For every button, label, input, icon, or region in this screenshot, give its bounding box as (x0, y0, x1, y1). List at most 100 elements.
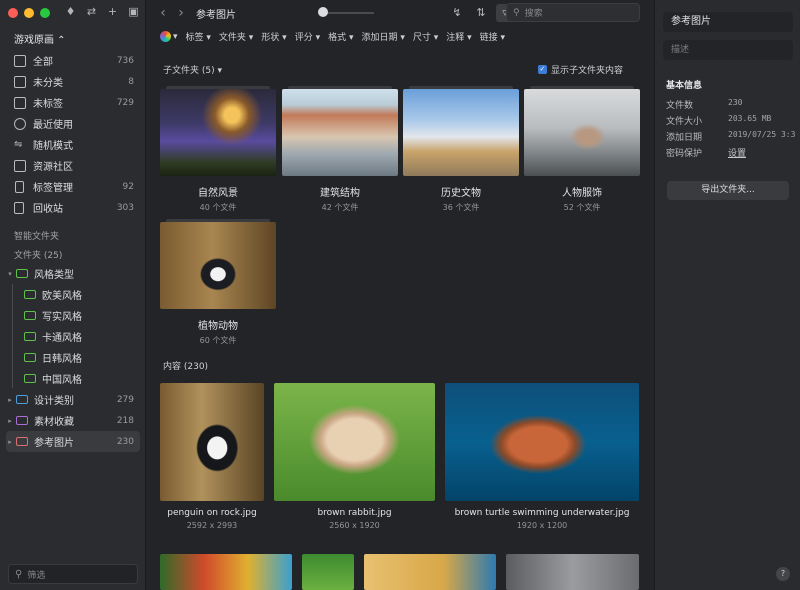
folder-icon (16, 395, 28, 404)
folder-icon (24, 353, 36, 362)
window-controls (8, 8, 50, 18)
sidebar: ♦ ⇄ + ▣ 游戏原画 ⌃ 全部 736 未分类 8 未标签 729 最近使用 ⇋ 随… (0, 0, 146, 590)
folder-icon (24, 311, 36, 320)
sidebar-toggle-icon[interactable]: ▣ (127, 5, 140, 19)
folders-title[interactable]: 文件夹 (25) (14, 248, 62, 261)
folder-realistic-style[interactable]: 写实风格 (6, 305, 140, 326)
folder-icon (24, 332, 36, 341)
filter-rating[interactable]: 评分 ▾ (295, 30, 320, 43)
folder-western-style[interactable]: 欧美风格 (6, 284, 140, 305)
folder-design-categories[interactable]: ▸ 设计类别 279 (6, 389, 140, 410)
zoom-slider-track[interactable] (322, 12, 374, 14)
chevron-right-icon[interactable]: ▸ (6, 438, 14, 446)
sync-icon[interactable]: ⇄ (85, 5, 98, 19)
description-field[interactable]: 描述 (663, 40, 793, 60)
page-title: 参考图片 (196, 9, 236, 21)
set-password-link[interactable]: 设置 (728, 146, 746, 162)
people-thumbnail (524, 89, 640, 176)
kingfisher-thumbnail[interactable] (364, 554, 496, 590)
subfolder-card[interactable]: 人物服饰 52 个文件 (524, 86, 640, 213)
bell-icon[interactable]: ♦ (64, 5, 77, 19)
sidebar-item-all[interactable]: 全部 736 (8, 50, 138, 71)
file-card[interactable]: brown rabbit.jpg 2560 x 1920 (274, 383, 435, 530)
minimize-window-button[interactable] (24, 8, 34, 18)
subfolder-card[interactable]: 历史文物 36 个文件 (403, 86, 519, 213)
back-icon[interactable]: ‹ (154, 5, 172, 21)
subfolder-card[interactable]: 自然风景 40 个文件 (160, 86, 276, 213)
folder-cartoon-style[interactable]: 卡通风格 (6, 326, 140, 347)
info-rows: 文件数 230 文件大小 203.65 MB 添加日期 2019/07/25 3:3 … (666, 98, 800, 162)
folder-icon (16, 269, 28, 278)
folder-icon (16, 416, 28, 425)
chevron-right-icon[interactable]: ▸ (6, 396, 14, 404)
animals-thumbnail (160, 222, 276, 309)
folder-icon (24, 374, 36, 383)
filter-notes[interactable]: 注释 ▾ (446, 30, 471, 43)
folder-chinese-style[interactable]: 中国风格 (6, 368, 140, 389)
main-content: ‹ › 参考图片 ↯ ⇅ ▿ ⚲ 搜索 ▾ 标签 ▾ 文件夹 ▾ 形状 ▾ 评分 … (146, 0, 654, 590)
smart-folders-title[interactable]: 智能文件夹 (14, 229, 59, 242)
sidebar-nav: 全部 736 未分类 8 未标签 729 最近使用 ⇋ 随机模式 资源社区 标签管理 92… (8, 50, 138, 218)
history-thumbnail (403, 89, 519, 176)
filter-date-added[interactable]: 添加日期 ▾ (361, 30, 404, 43)
sidebar-filter-input[interactable]: ⚲ 筛选 (8, 564, 138, 584)
show-subfolder-content-toggle[interactable]: ✓ 显示子文件夹内容 (537, 63, 623, 76)
filter-link[interactable]: 链接 ▾ (480, 30, 505, 43)
subfolder-card[interactable]: 建筑结构 42 个文件 (282, 86, 398, 213)
folder-japan-korea-style[interactable]: 日韩风格 (6, 347, 140, 368)
folder-tree: ▾ 风格类型 欧美风格 写实风格 卡通风格 日韩风格 中国风格 ▸ 设计类别 279 … (6, 263, 140, 452)
sidebar-item-random[interactable]: ⇋ 随机模式 (8, 134, 138, 155)
sidebar-item-untagged[interactable]: 未标签 729 (8, 92, 138, 113)
sidebar-item-recent[interactable]: 最近使用 (8, 113, 138, 134)
subfolders-header[interactable]: 子文件夹 (5) ▾ (163, 63, 222, 76)
export-folder-button[interactable]: 导出文件夹... (667, 181, 789, 200)
untagged-icon (14, 96, 26, 109)
info-row-date-added: 添加日期 2019/07/25 3:3 (666, 130, 796, 143)
file-card[interactable]: penguin on rock.jpg 2592 x 2993 (160, 383, 264, 530)
filter-folders[interactable]: 文件夹 ▾ (219, 30, 253, 43)
zoom-window-button[interactable] (40, 8, 50, 18)
shuffle-icon: ⇋ (14, 138, 23, 150)
chevron-right-icon[interactable]: ▸ (6, 417, 14, 425)
filter-tags[interactable]: 标签 ▾ (186, 30, 211, 43)
help-icon[interactable]: ? (776, 567, 790, 581)
subfolder-card[interactable]: 植物动物 60 个文件 (160, 219, 276, 346)
folder-name-field[interactable]: 参考图片 (663, 12, 793, 32)
info-row-password: 密码保护 设置 (666, 146, 800, 162)
info-row-file-size: 文件大小 203.65 MB (666, 114, 772, 127)
parrot-thumbnail[interactable] (160, 554, 292, 590)
folder-style-types[interactable]: ▾ 风格类型 (6, 263, 140, 284)
checkbox-checked-icon[interactable]: ✓ (537, 65, 547, 74)
close-window-button[interactable] (8, 8, 18, 18)
sidebar-item-unfiled[interactable]: 未分类 8 (8, 71, 138, 92)
toolbar-actions: ↯ ⇅ ▿ (448, 4, 514, 22)
color-filter-dropdown[interactable]: ▾ (173, 32, 178, 42)
nature-thumbnail (160, 89, 276, 176)
filter-format[interactable]: 格式 ▾ (328, 30, 353, 43)
folder-reference-images[interactable]: ▸ 参考图片 230 (6, 431, 140, 452)
basic-info-heading: 基本信息 (666, 81, 703, 91)
sidebar-item-community[interactable]: 资源社区 (8, 155, 138, 176)
forward-icon[interactable]: › (172, 5, 190, 21)
search-input[interactable]: ⚲ 搜索 (506, 3, 640, 22)
inspector-panel: 参考图片 描述 基本信息 文件数 230 文件大小 203.65 MB 添加日期 20… (654, 0, 800, 590)
library-switcher[interactable]: 游戏原画 ⌃ (14, 31, 66, 46)
cat-thumbnail[interactable] (506, 554, 639, 590)
filter-size[interactable]: 尺寸 ▾ (413, 30, 438, 43)
sidebar-item-tags[interactable]: 标签管理 92 (8, 176, 138, 197)
lightning-icon[interactable]: ↯ (448, 4, 466, 22)
architecture-thumbnail (282, 89, 398, 176)
leaf-thumbnail[interactable] (302, 554, 354, 590)
penguin-thumbnail (160, 383, 264, 501)
sort-icon[interactable]: ⇅ (472, 4, 490, 22)
add-icon[interactable]: + (106, 5, 119, 19)
sidebar-item-trash[interactable]: 回收站 303 (8, 197, 138, 218)
sidebar-top-icons: ♦ ⇄ + ▣ (64, 5, 140, 19)
filter-shape[interactable]: 形状 ▾ (261, 30, 286, 43)
color-filter-icon[interactable] (160, 31, 171, 42)
file-card[interactable]: brown turtle swimming underwater.jpg 192… (445, 383, 639, 530)
zoom-slider-handle[interactable] (318, 7, 328, 17)
chevron-down-icon[interactable]: ▾ (6, 270, 14, 278)
folder-asset-collection[interactable]: ▸ 素材收藏 218 (6, 410, 140, 431)
bookmark-icon (15, 180, 24, 193)
